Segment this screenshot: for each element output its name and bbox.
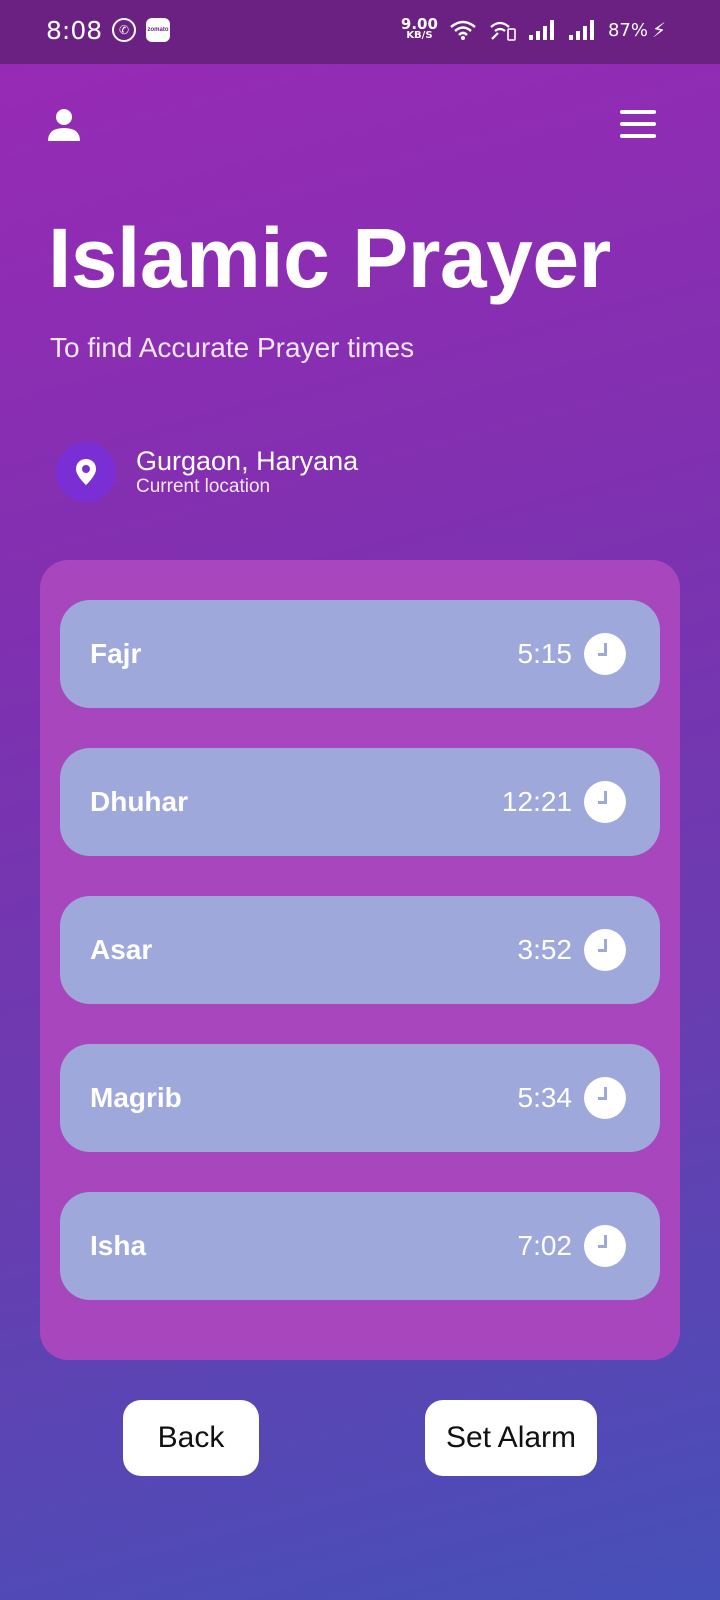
- prayer-row-magrib[interactable]: Magrib 5:34: [60, 1044, 660, 1152]
- prayer-name: Dhuhar: [90, 786, 188, 817]
- set-alarm-button[interactable]: Set Alarm: [425, 1400, 597, 1476]
- back-button[interactable]: Back: [123, 1400, 259, 1476]
- clock-icon[interactable]: [584, 633, 626, 675]
- prayer-row-fajr[interactable]: Fajr 5:15: [60, 600, 660, 708]
- network-speed: 9.00 KB/S: [400, 15, 438, 42]
- prayer-time: 5:15: [517, 638, 573, 669]
- prayer-name: Asar: [90, 934, 153, 965]
- hamburger-menu-icon[interactable]: [620, 110, 656, 138]
- network-speed-value: 9.00: [400, 15, 438, 33]
- location-row[interactable]: Gurgaon, Haryana Current location: [56, 442, 358, 502]
- location-label: Current location: [136, 476, 271, 497]
- notification-icons: ✆ zomato: [112, 18, 170, 42]
- person-icon[interactable]: [46, 106, 82, 142]
- prayer-row-isha[interactable]: Isha 7:02: [60, 1192, 660, 1300]
- wifi-icon: [450, 20, 476, 40]
- signal-icon: [528, 19, 556, 41]
- prayer-time-group: 3:52: [517, 929, 626, 971]
- page-subtitle: To find Accurate Prayer times: [50, 332, 415, 363]
- clock-icon[interactable]: [584, 1077, 626, 1119]
- prayer-time-group: 12:21: [502, 781, 626, 823]
- prayer-name: Isha: [90, 1230, 147, 1261]
- location-text: Gurgaon, Haryana Current location: [136, 446, 358, 498]
- status-time: 8:08: [46, 16, 103, 45]
- prayer-time-group: 5:34: [517, 1077, 626, 1119]
- prayer-time-group: 7:02: [517, 1225, 626, 1267]
- clock-icon[interactable]: [584, 929, 626, 971]
- volte-wifi-icon: [488, 19, 516, 41]
- prayer-time: 7:02: [517, 1230, 573, 1261]
- signal-icon: [568, 19, 596, 41]
- system-icons: 9.00 KB/S 87% ⚡: [400, 15, 666, 43]
- clock-icon[interactable]: [584, 781, 626, 823]
- prayer-name: Fajr: [90, 638, 142, 669]
- prayer-times-card: Fajr 5:15 Dhuhar 12:21 Asar 3:52 Magrib …: [40, 560, 680, 1360]
- prayer-time: 5:34: [517, 1082, 573, 1113]
- prayer-name: Magrib: [90, 1082, 182, 1113]
- prayer-row-asar[interactable]: Asar 3:52: [60, 896, 660, 1004]
- status-bar: 8:08 ✆ zomato 9.00 KB/S 87% ⚡: [0, 0, 720, 64]
- prayer-row-dhuhar[interactable]: Dhuhar 12:21: [60, 748, 660, 856]
- clock-icon[interactable]: [584, 1225, 626, 1267]
- page-title: Islamic Prayer: [48, 211, 611, 305]
- location-city: Gurgaon, Haryana: [136, 446, 359, 476]
- location-pin-icon: [56, 442, 116, 502]
- network-speed-unit: KB/S: [406, 30, 433, 41]
- charging-bolt-icon: ⚡: [651, 18, 666, 42]
- prayer-time-group: 5:15: [517, 633, 626, 675]
- prayer-time: 12:21: [501, 786, 572, 817]
- prayer-time: 3:52: [517, 934, 573, 965]
- battery-percent: 87%: [607, 19, 648, 41]
- whatsapp-icon: ✆: [112, 18, 136, 42]
- zomato-icon: zomato: [146, 18, 170, 42]
